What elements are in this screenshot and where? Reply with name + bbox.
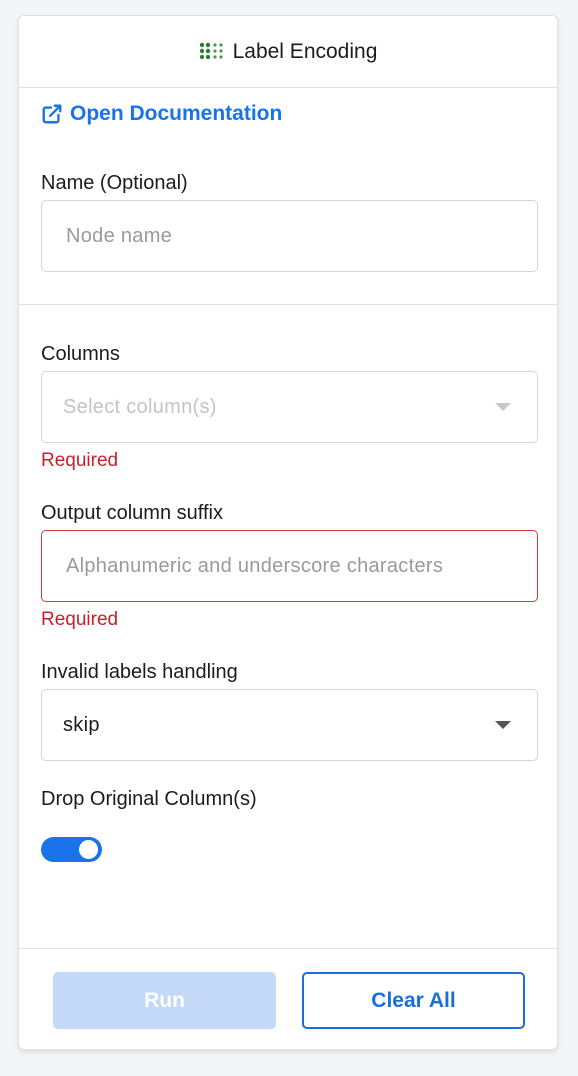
grid-dots-icon xyxy=(199,42,225,62)
output-suffix-input[interactable] xyxy=(42,531,537,601)
node-name-input[interactable] xyxy=(42,201,537,271)
chevron-down-icon xyxy=(495,721,511,729)
external-link-icon xyxy=(41,103,63,125)
suffix-error-text: Required xyxy=(41,609,119,630)
columns-field-label: Columns xyxy=(41,343,120,365)
suffix-field-container xyxy=(41,530,538,602)
footer-divider xyxy=(19,948,557,949)
section-divider xyxy=(19,304,557,305)
clear-all-button[interactable]: Clear All xyxy=(302,972,525,1029)
drop-original-toggle[interactable] xyxy=(41,837,102,862)
panel-title: Label Encoding xyxy=(232,39,378,63)
open-documentation-link[interactable]: Open Documentation xyxy=(41,102,282,126)
panel-header: Label Encoding xyxy=(19,16,557,88)
name-field-label: Name (Optional) xyxy=(41,172,188,194)
invalid-labels-select[interactable]: skip xyxy=(41,689,538,761)
columns-select-placeholder: Select column(s) xyxy=(63,395,217,418)
invalid-labels-field-label: Invalid labels handling xyxy=(41,661,238,683)
invalid-labels-selected-value: skip xyxy=(63,713,100,736)
run-button[interactable]: Run xyxy=(53,972,276,1029)
toggle-knob xyxy=(79,840,98,859)
open-documentation-label: Open Documentation xyxy=(70,102,283,125)
suffix-field-label: Output column suffix xyxy=(41,502,223,524)
columns-error-text: Required xyxy=(41,450,119,471)
node-config-panel: Label Encoding Open Documentation Name (… xyxy=(18,15,558,1050)
name-field-container xyxy=(41,200,538,272)
chevron-down-icon xyxy=(495,403,511,411)
columns-select[interactable]: Select column(s) xyxy=(41,371,538,443)
drop-original-label: Drop Original Column(s) xyxy=(41,788,257,810)
